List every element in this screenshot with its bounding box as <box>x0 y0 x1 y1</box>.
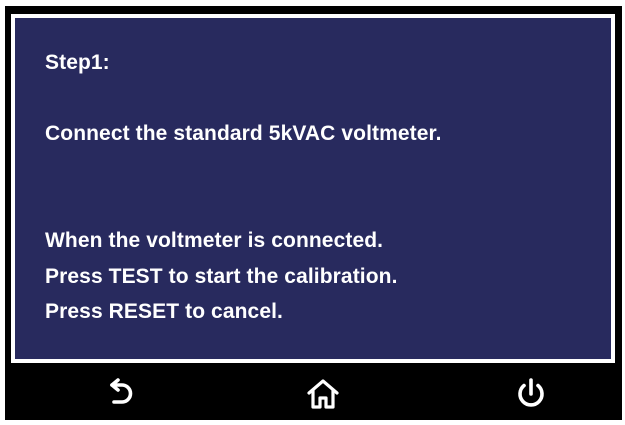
home-icon <box>307 379 339 409</box>
step-title: Step1: <box>45 51 110 74</box>
calibration-panel-border: Step1: Connect the standard 5kVAC voltme… <box>11 14 615 363</box>
connected-text: When the voltmeter is connected. <box>45 229 384 252</box>
instruction-text: Connect the standard 5kVAC voltmeter. <box>45 122 442 145</box>
press-reset-text: Press RESET to cancel. <box>45 300 283 323</box>
device-screen: Step1: Connect the standard 5kVAC voltme… <box>5 6 622 420</box>
power-button[interactable] <box>511 376 551 412</box>
press-test-text: Press TEST to start the calibration. <box>45 265 398 288</box>
back-arrow-icon <box>110 378 133 404</box>
power-icon <box>518 378 544 407</box>
bottom-nav-bar <box>5 366 622 420</box>
calibration-panel: Step1: Connect the standard 5kVAC voltme… <box>15 18 611 359</box>
home-button[interactable] <box>303 376 343 412</box>
back-button[interactable] <box>101 376 141 412</box>
